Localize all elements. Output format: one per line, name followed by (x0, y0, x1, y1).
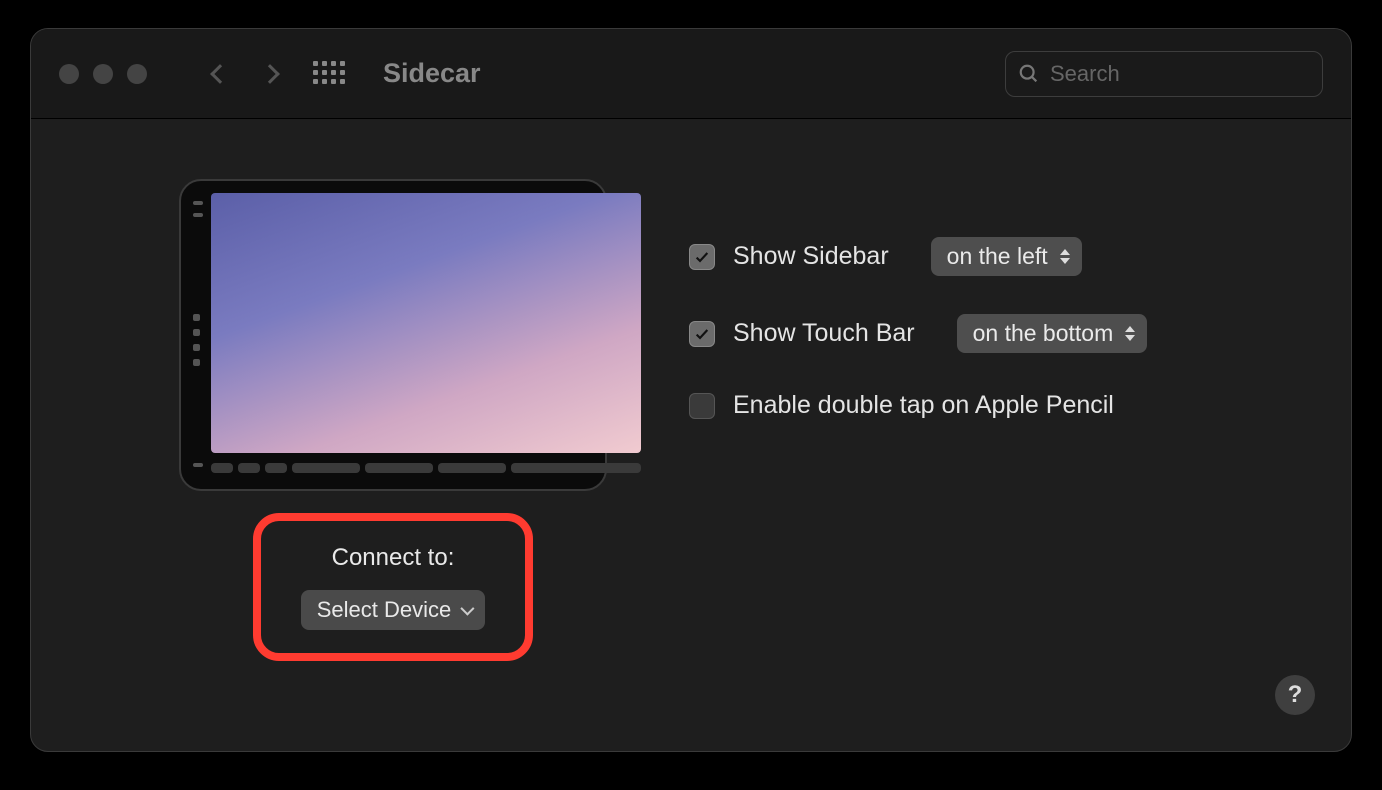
search-icon (1018, 63, 1040, 85)
chevron-down-icon (461, 602, 475, 616)
touchbar-position-value: on the bottom (973, 320, 1114, 347)
ipad-touchbar-illustration (211, 459, 641, 477)
search-input[interactable]: Search (1005, 51, 1323, 97)
titlebar: Sidecar Search (31, 29, 1351, 119)
connect-to-highlight: Connect to: Select Device (253, 513, 533, 661)
preferences-window: Sidecar Search (30, 28, 1352, 752)
back-button[interactable] (210, 64, 230, 84)
forward-button[interactable] (260, 64, 280, 84)
apple-pencil-row: Enable double tap on Apple Pencil (689, 391, 1249, 420)
select-device-label: Select Device (317, 597, 452, 623)
search-placeholder: Search (1050, 61, 1120, 87)
show-all-icon[interactable] (313, 61, 347, 87)
show-touchbar-checkbox[interactable] (689, 321, 715, 347)
apple-pencil-checkbox[interactable] (689, 393, 715, 419)
content-area: Connect to: Select Device Show Sidebar o… (31, 119, 1351, 751)
ipad-sidebar-illustration (193, 193, 203, 477)
help-button[interactable]: ? (1275, 675, 1315, 715)
connect-to-label: Connect to: (332, 544, 455, 572)
touchbar-position-dropdown[interactable]: on the bottom (957, 314, 1148, 353)
apple-pencil-label: Enable double tap on Apple Pencil (733, 391, 1114, 420)
show-touchbar-row: Show Touch Bar on the bottom (689, 314, 1249, 353)
checkmark-icon (694, 326, 710, 342)
show-sidebar-checkbox[interactable] (689, 244, 715, 270)
minimize-window-button[interactable] (93, 64, 113, 84)
updown-icon (1060, 249, 1070, 264)
help-icon: ? (1288, 681, 1303, 709)
ipad-preview (179, 179, 607, 491)
close-window-button[interactable] (59, 64, 79, 84)
updown-icon (1125, 326, 1135, 341)
sidebar-position-value: on the left (947, 243, 1048, 270)
nav-arrows (213, 67, 277, 81)
select-device-dropdown[interactable]: Select Device (301, 590, 486, 630)
ipad-screen-illustration (211, 193, 641, 453)
options-panel: Show Sidebar on the left Show Touch Bar … (689, 237, 1249, 420)
checkmark-icon (694, 249, 710, 265)
page-title: Sidecar (383, 58, 481, 89)
show-sidebar-row: Show Sidebar on the left (689, 237, 1249, 276)
sidebar-position-dropdown[interactable]: on the left (931, 237, 1082, 276)
show-touchbar-label: Show Touch Bar (733, 319, 915, 348)
traffic-lights (59, 64, 147, 84)
show-sidebar-label: Show Sidebar (733, 242, 889, 271)
zoom-window-button[interactable] (127, 64, 147, 84)
